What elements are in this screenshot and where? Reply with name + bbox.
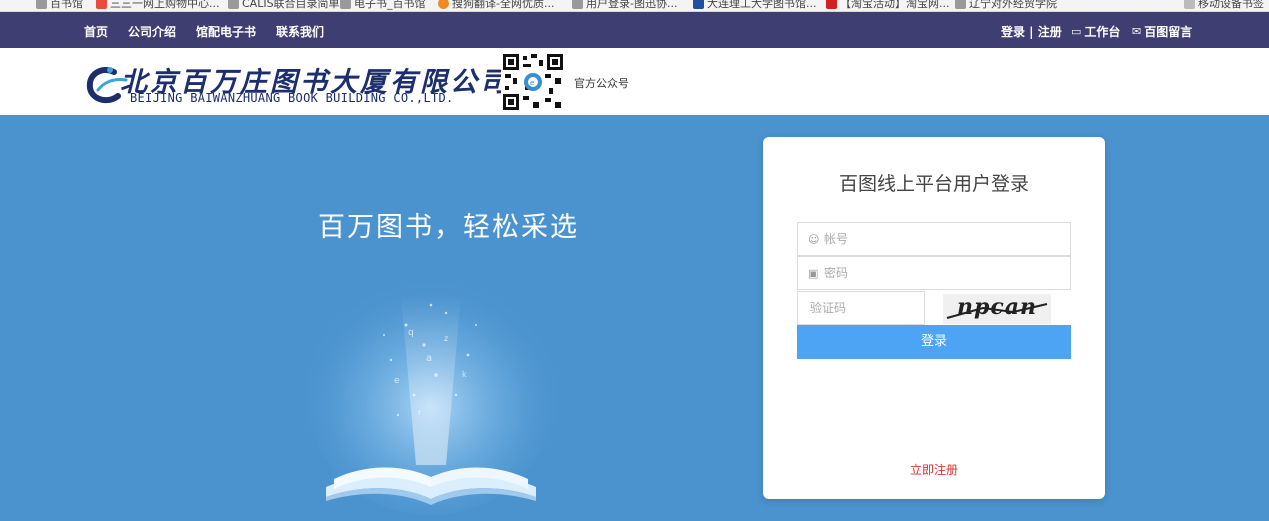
bookmark-item[interactable]: 搜狗翻译-全网优质... xyxy=(438,0,554,11)
svg-text:e: e xyxy=(530,79,534,87)
svg-text:k: k xyxy=(462,370,467,379)
bookmark-icon xyxy=(96,0,107,9)
bookmark-item[interactable]: 三三一网上购物中心... xyxy=(96,0,220,11)
register-link[interactable]: 立即注册 xyxy=(763,461,1105,478)
bookmark-icon xyxy=(826,0,837,9)
password-input[interactable] xyxy=(824,266,1064,280)
bookmark-item[interactable]: 【淘宝活动】淘宝网... xyxy=(826,0,950,11)
login-card: 百图线上平台用户登录 ☺ ▣ npcan 登录 立即注册 xyxy=(763,137,1105,499)
captcha-input[interactable] xyxy=(810,301,910,315)
bookmark-item[interactable]: 用户登录-图迅协... xyxy=(572,0,677,11)
captcha-field[interactable] xyxy=(797,291,925,325)
nav-workbench[interactable]: ▭ 工作台 xyxy=(1071,23,1120,40)
nav-contact[interactable]: 联系我们 xyxy=(276,23,324,40)
company-name-en: BEIJING BAIWANZHUANG BOOK BUILDING CO.,L… xyxy=(130,91,454,105)
open-book-illustration: qze kar xyxy=(306,275,556,515)
bookmark-item[interactable]: 百书馆 xyxy=(36,0,83,11)
login-title: 百图线上平台用户登录 xyxy=(838,173,1029,195)
site-header: 北京百万庄图书大厦有限公司 BEIJING BAIWANZHUANG BOOK … xyxy=(0,48,1269,115)
login-button[interactable]: 登录 xyxy=(797,325,1071,359)
user-icon: ☺ xyxy=(808,232,820,246)
qr-code-icon: e xyxy=(501,52,565,112)
svg-text:z: z xyxy=(444,334,448,343)
svg-text:q: q xyxy=(408,328,414,338)
bookmark-icon xyxy=(36,0,47,9)
bookmark-icon xyxy=(693,0,704,9)
account-input[interactable] xyxy=(824,232,1064,246)
captcha-text: npcan xyxy=(957,294,1038,320)
folder-icon xyxy=(1184,0,1195,9)
company-logo[interactable]: 北京百万庄图书大厦有限公司 BEIJING BAIWANZHUANG BOOK … xyxy=(84,60,507,108)
password-field[interactable]: ▣ xyxy=(797,256,1071,290)
bookmark-icon xyxy=(228,0,239,9)
nav-home[interactable]: 首页 xyxy=(84,23,108,40)
bookmark-item[interactable]: 电子书_百书馆 xyxy=(340,0,426,11)
bookmark-item[interactable]: CALIS联合目录简单... xyxy=(228,0,350,11)
bookmark-icon xyxy=(438,0,449,9)
bookmark-item[interactable]: 辽宁对外经贸学院 xyxy=(955,0,1057,11)
qr-code-label: 官方公众号 xyxy=(574,77,629,90)
bookmarks-bar: 百书馆 三三一网上购物中心... CALIS联合目录简单... 电子书_百书馆 … xyxy=(0,0,1269,12)
bookmark-icon xyxy=(955,0,966,9)
nav-login-register[interactable]: 登录 | 注册 xyxy=(1001,23,1062,40)
nav-ebooks[interactable]: 馆配电子书 xyxy=(196,23,256,40)
lock-icon: ▣ xyxy=(808,266,819,280)
account-field[interactable]: ☺ xyxy=(797,222,1071,256)
bookmark-icon xyxy=(572,0,583,9)
nav-messages[interactable]: ✉ 百图留言 xyxy=(1132,23,1192,40)
svg-text:a: a xyxy=(426,353,432,364)
bookmark-icon xyxy=(340,0,351,9)
captcha-image[interactable]: npcan xyxy=(943,294,1051,324)
bookmark-item[interactable]: 大连理工大学图书馆... xyxy=(693,0,817,11)
nav-about[interactable]: 公司介绍 xyxy=(128,23,176,40)
bookmark-item[interactable]: 移动设备书签 xyxy=(1184,0,1264,11)
mail-icon: ✉ xyxy=(1132,25,1142,38)
svg-text:e: e xyxy=(394,376,400,386)
monitor-icon: ▭ xyxy=(1071,25,1082,38)
hero-slogan: 百万图书，轻松采选 xyxy=(318,212,579,243)
top-nav: 首页 公司介绍 馆配电子书 联系我们 登录 | 注册 ▭ 工作台 ✉ 百图留言 xyxy=(0,12,1269,48)
